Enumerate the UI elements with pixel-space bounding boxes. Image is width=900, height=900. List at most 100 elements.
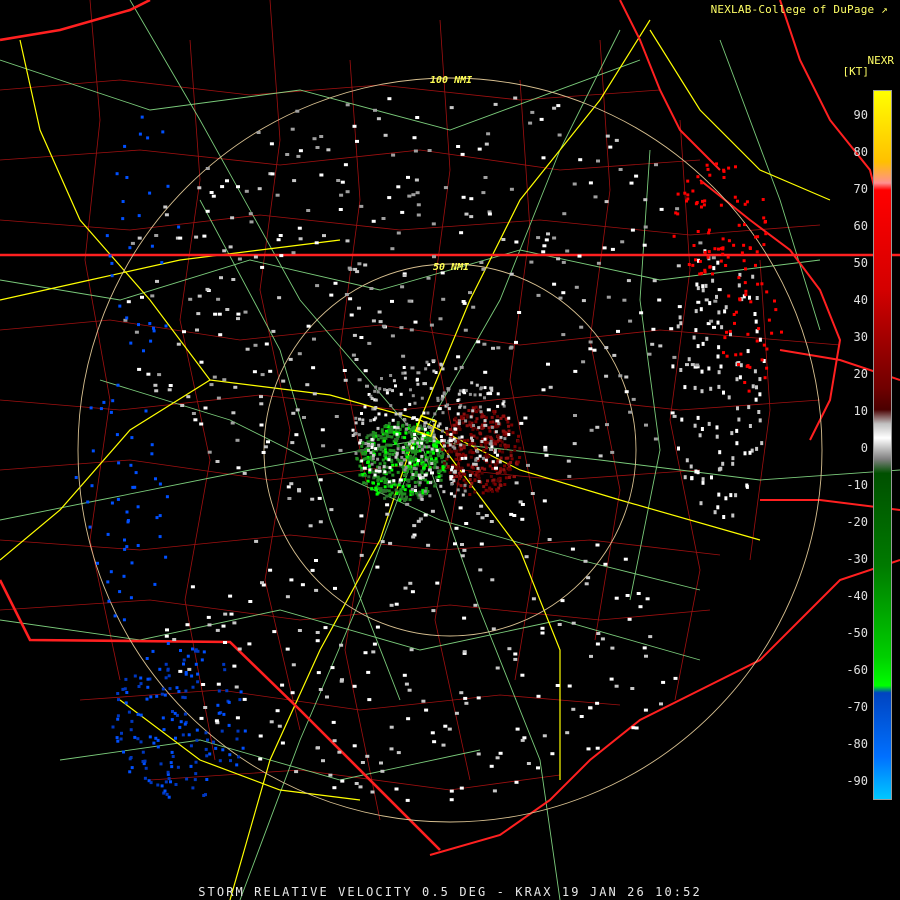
- echo-pixel: [624, 375, 629, 379]
- echo-pixel: [456, 488, 460, 492]
- echo-pixel: [153, 383, 158, 387]
- echo-pixel: [514, 481, 519, 485]
- echo-pixel: [631, 397, 636, 401]
- echo-pixel: [395, 492, 399, 495]
- echo-pixel: [713, 247, 717, 251]
- echo-pixel: [385, 494, 389, 498]
- echo-pixel: [430, 731, 435, 735]
- echo-pixel: [734, 493, 738, 498]
- echo-pixel: [686, 193, 690, 197]
- echo-pixel: [186, 654, 190, 658]
- echo-pixel: [447, 407, 451, 411]
- echo-pixel: [654, 163, 658, 167]
- echo-pixel: [685, 363, 689, 367]
- echo-pixel: [106, 532, 110, 536]
- echo-pixel: [644, 423, 648, 427]
- echo-pixel: [396, 231, 401, 235]
- echo-pixel: [448, 439, 453, 443]
- echo-pixel: [463, 405, 467, 409]
- echo-pixel: [742, 259, 746, 263]
- echo-pixel: [463, 472, 467, 476]
- echo-pixel: [418, 473, 422, 477]
- echo-pixel: [555, 684, 560, 687]
- echo-pixel: [410, 487, 414, 491]
- echo-pixel: [216, 297, 221, 301]
- echo-pixel: [363, 651, 368, 655]
- echo-pixel: [199, 360, 204, 364]
- echo-pixel: [177, 225, 181, 229]
- echo-pixel: [716, 354, 720, 359]
- echo-pixel: [194, 662, 198, 666]
- echo-pixel: [504, 476, 508, 480]
- echo-pixel: [362, 481, 366, 485]
- echo-pixel: [526, 463, 530, 467]
- echo-pixel: [483, 370, 488, 374]
- echo-pixel: [598, 454, 603, 458]
- echo-pixel: [496, 404, 500, 408]
- echo-pixel: [690, 363, 695, 367]
- echo-pixel: [390, 247, 395, 251]
- echo-pixel: [401, 451, 405, 454]
- echo-pixel: [391, 452, 395, 456]
- echo-pixel: [237, 647, 242, 651]
- echo-pixel: [462, 548, 467, 552]
- echo-pixel: [696, 415, 700, 420]
- echo-pixel: [107, 599, 111, 603]
- echo-pixel: [415, 474, 419, 477]
- echo-pixel: [167, 777, 171, 781]
- echo-pixel: [694, 258, 698, 262]
- echo-pixel: [129, 341, 133, 345]
- echo-pixel: [236, 185, 240, 189]
- echo-pixel: [748, 424, 752, 428]
- echo-pixel: [191, 786, 195, 790]
- echo-pixel: [389, 603, 394, 607]
- echo-pixel: [168, 687, 172, 691]
- echo-pixel: [137, 323, 140, 327]
- echo-pixel: [403, 376, 407, 380]
- echo-pixel: [237, 257, 242, 261]
- echo-pixel: [748, 295, 751, 300]
- echo-pixel: [377, 412, 381, 416]
- echo-pixel: [434, 483, 438, 487]
- echo-pixel: [134, 330, 139, 334]
- echo-pixel: [467, 409, 471, 412]
- echo-pixel: [287, 497, 292, 500]
- echo-pixel: [214, 746, 218, 750]
- echo-pixel: [589, 654, 593, 658]
- scale-tick-label: -70: [846, 700, 868, 714]
- echo-pixel: [401, 492, 404, 496]
- echo-pixel: [298, 237, 303, 241]
- echo-pixel: [405, 448, 409, 452]
- echo-pixel: [328, 773, 333, 777]
- echo-pixel: [566, 459, 571, 463]
- echo-pixel: [743, 223, 746, 227]
- echo-pixel: [371, 453, 375, 457]
- echo-pixel: [395, 432, 399, 436]
- echo-pixel: [723, 336, 727, 340]
- echo-pixel: [470, 465, 474, 469]
- echo-pixel: [493, 448, 497, 452]
- echo-pixel: [707, 366, 711, 371]
- echo-pixel: [406, 175, 410, 179]
- echo-pixel: [162, 728, 166, 732]
- echo-pixel: [573, 369, 578, 373]
- echo-pixel: [326, 148, 331, 152]
- echo-pixel: [572, 182, 577, 186]
- echo-pixel: [125, 316, 129, 320]
- echo-pixel: [520, 503, 525, 506]
- echo-pixel: [266, 440, 270, 444]
- echo-pixel: [223, 668, 227, 672]
- echo-pixel: [281, 379, 286, 383]
- echo-pixel: [416, 371, 421, 375]
- echo-pixel: [195, 328, 199, 332]
- echo-pixel: [744, 267, 747, 271]
- echo-pixel: [236, 466, 241, 470]
- echo-pixel: [605, 423, 609, 427]
- echo-pixel: [463, 489, 467, 493]
- echo-pixel: [657, 298, 662, 302]
- echo-pixel: [701, 199, 704, 203]
- echo-pixel: [652, 279, 657, 283]
- echo-pixel: [373, 460, 377, 464]
- echo-pixel: [407, 424, 411, 427]
- echo-pixel: [194, 760, 198, 764]
